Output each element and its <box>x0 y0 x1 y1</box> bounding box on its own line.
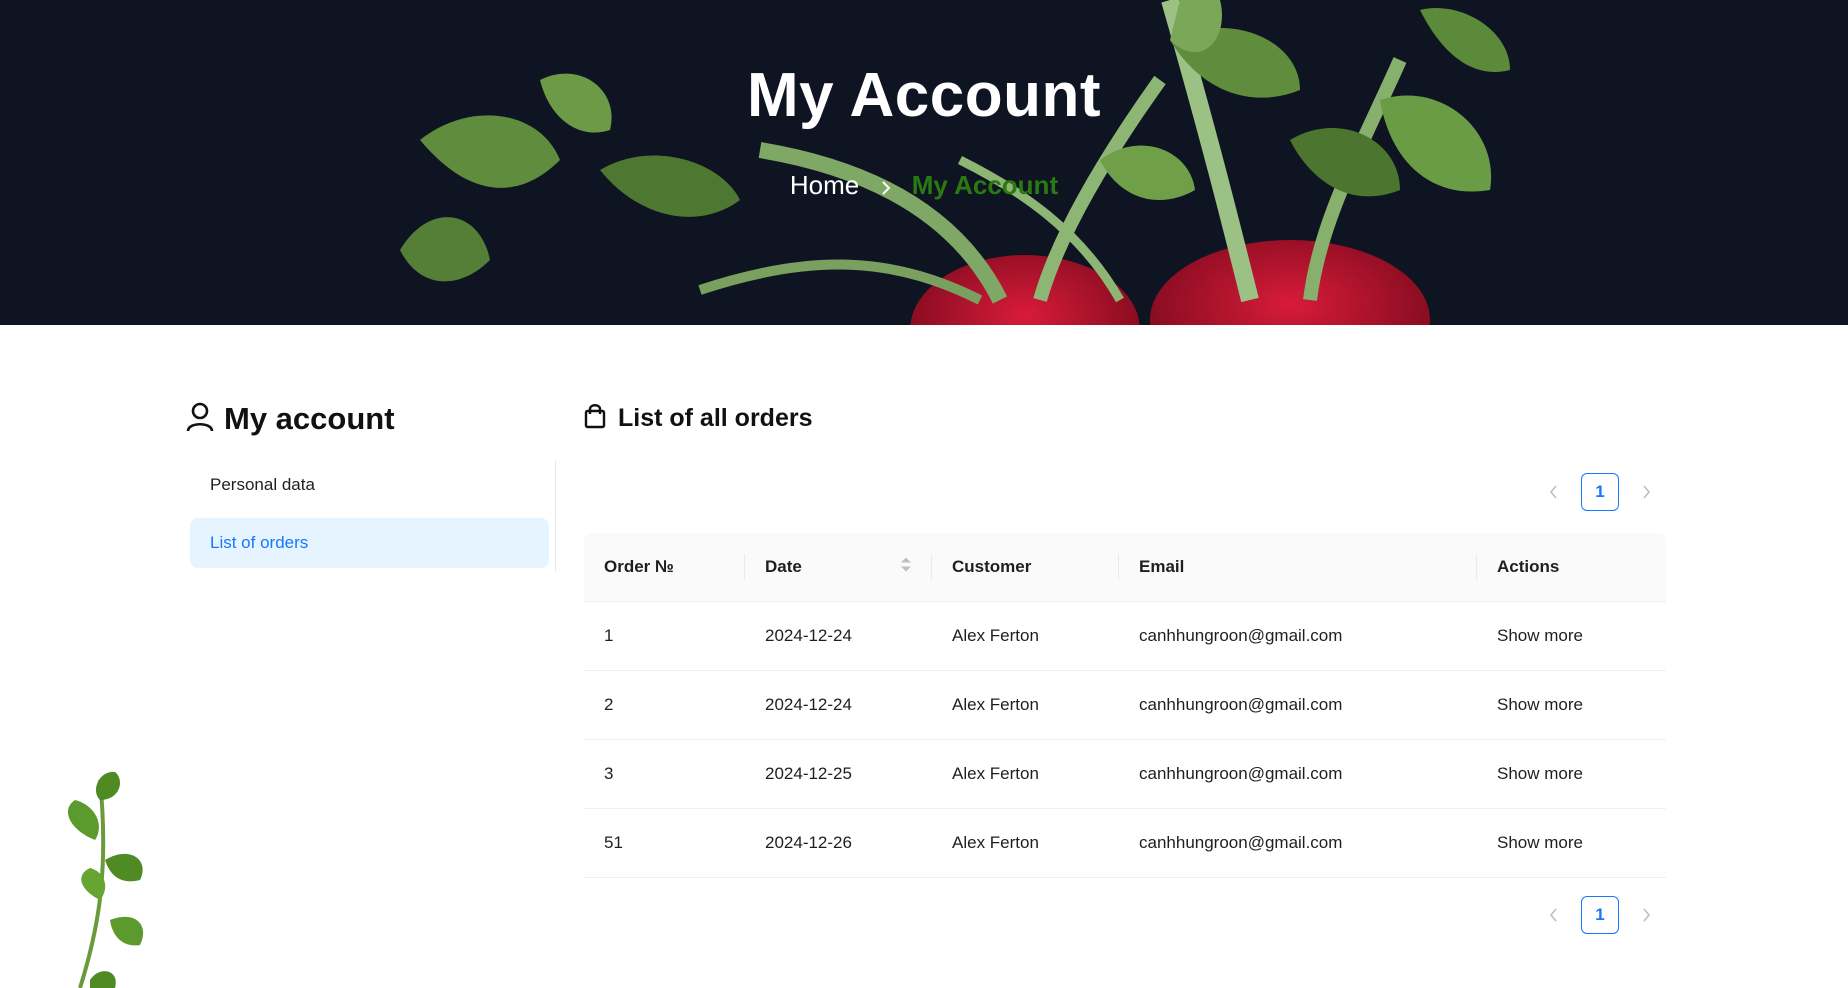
table-row: 3 2024-12-25 Alex Ferton canhhungroon@gm… <box>584 739 1666 809</box>
column-header-label: Email <box>1139 557 1185 576</box>
table-row: 1 2024-12-24 Alex Ferton canhhungroon@gm… <box>584 601 1666 671</box>
show-more-link[interactable]: Show more <box>1497 764 1583 783</box>
orders-section: List of all orders 1 Order № Date Custom… <box>584 400 1666 934</box>
breadcrumb-home-link[interactable]: Home <box>790 170 859 200</box>
breadcrumb: Home My Account <box>0 170 1848 203</box>
chevron-left-icon[interactable] <box>1534 895 1574 935</box>
table-row: 51 2024-12-26 Alex Ferton canhhungroon@g… <box>584 808 1666 878</box>
account-sidebar: My account Personal data List of orders <box>186 400 556 572</box>
table-row: 2 2024-12-24 Alex Ferton canhhungroon@gm… <box>584 670 1666 740</box>
column-header-email: Email <box>1119 533 1477 602</box>
email-cell: canhhungroon@gmail.com <box>1119 670 1477 740</box>
customer-cell: Alex Ferton <box>932 739 1119 809</box>
column-header-label: Order № <box>604 557 674 576</box>
customer-cell: Alex Ferton <box>932 670 1119 740</box>
order-number-cell: 51 <box>584 808 745 878</box>
column-header-actions: Actions <box>1477 533 1666 602</box>
customer-cell: Alex Ferton <box>932 808 1119 878</box>
orders-title: List of all orders <box>618 403 813 432</box>
page-title: My Account <box>746 61 1102 130</box>
chevron-right-icon[interactable] <box>1626 895 1666 935</box>
column-header-order: Order № <box>584 533 745 602</box>
column-header-label: Actions <box>1497 557 1560 576</box>
sidebar-menu: Personal data List of orders <box>186 460 556 572</box>
chevron-left-icon[interactable] <box>1534 472 1574 512</box>
show-more-link[interactable]: Show more <box>1497 695 1583 714</box>
order-number-cell: 1 <box>584 601 745 671</box>
pagination-top: 1 <box>1534 472 1666 512</box>
sidebar-header: My account <box>186 400 555 438</box>
user-icon <box>186 402 214 437</box>
pagination-page-button[interactable]: 1 <box>1581 896 1619 934</box>
email-cell: canhhungroon@gmail.com <box>1119 739 1477 809</box>
email-cell: canhhungroon@gmail.com <box>1119 601 1477 671</box>
column-header-customer: Customer <box>932 533 1119 602</box>
pagination-page-button[interactable]: 1 <box>1581 473 1619 511</box>
hero-vegetable-image <box>400 0 1510 325</box>
column-header-label: Customer <box>952 557 1032 576</box>
orders-table: Order № Date Customer Email Actions 1 20… <box>584 533 1666 878</box>
chevron-right-icon[interactable] <box>1626 472 1666 512</box>
hero-banner: My Account Home My Account <box>0 0 1848 325</box>
order-number-cell: 2 <box>584 670 745 740</box>
table-header-row: Order № Date Customer Email Actions <box>584 533 1666 602</box>
order-number-cell: 3 <box>584 739 745 809</box>
date-cell: 2024-12-25 <box>745 739 932 809</box>
date-cell: 2024-12-24 <box>745 670 932 740</box>
show-more-link[interactable]: Show more <box>1497 626 1583 645</box>
column-header-label: Date <box>765 557 802 576</box>
sidebar-item-personal-data[interactable]: Personal data <box>190 460 549 510</box>
pagination-bottom: 1 <box>1534 895 1666 935</box>
date-cell: 2024-12-26 <box>745 808 932 878</box>
date-cell: 2024-12-24 <box>745 601 932 671</box>
column-header-date[interactable]: Date <box>745 533 932 602</box>
decorative-herb-image <box>67 771 144 988</box>
customer-cell: Alex Ferton <box>932 601 1119 671</box>
sidebar-item-list-of-orders[interactable]: List of orders <box>190 518 549 568</box>
email-cell: canhhungroon@gmail.com <box>1119 808 1477 878</box>
shopping-bag-icon <box>584 403 606 434</box>
sort-icon[interactable] <box>900 556 912 579</box>
sidebar-title: My account <box>224 401 395 436</box>
show-more-link[interactable]: Show more <box>1497 833 1583 852</box>
chevron-right-icon <box>880 172 892 203</box>
orders-header: List of all orders <box>584 400 1666 436</box>
breadcrumb-current: My Account <box>911 170 1059 200</box>
